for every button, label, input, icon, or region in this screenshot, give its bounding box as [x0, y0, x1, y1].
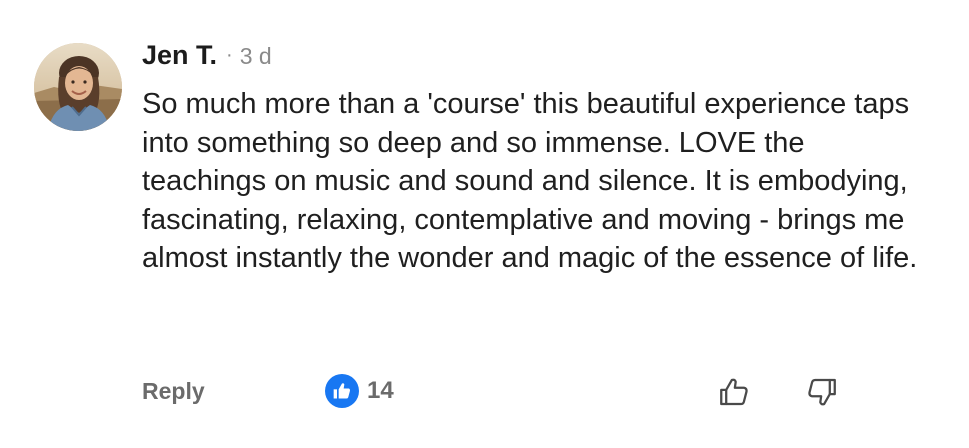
comment-text: So much more than a 'course' this beauti…: [142, 88, 918, 274]
separator-dot: ·: [226, 44, 233, 66]
timestamp: 3 d: [239, 43, 272, 69]
reply-button[interactable]: Reply: [142, 378, 205, 405]
like-count: 14: [367, 377, 394, 404]
reaction-summary[interactable]: 14: [325, 374, 394, 408]
thumbs-up-filled-icon: [325, 374, 359, 408]
avatar-photo: [34, 43, 122, 131]
upvote-button[interactable]: [714, 372, 754, 412]
avatar[interactable]: [34, 43, 122, 131]
comment: Jen T. · 3 d So much more than a 'course…: [0, 0, 969, 448]
comment-header: Jen T. · 3 d: [142, 40, 272, 71]
thumbs-down-outline-icon: [808, 378, 836, 406]
comment-actions: Reply 14: [0, 370, 969, 414]
thumbs-up-outline-icon: [720, 378, 748, 406]
downvote-button[interactable]: [802, 372, 842, 412]
author-name[interactable]: Jen T.: [142, 40, 217, 71]
